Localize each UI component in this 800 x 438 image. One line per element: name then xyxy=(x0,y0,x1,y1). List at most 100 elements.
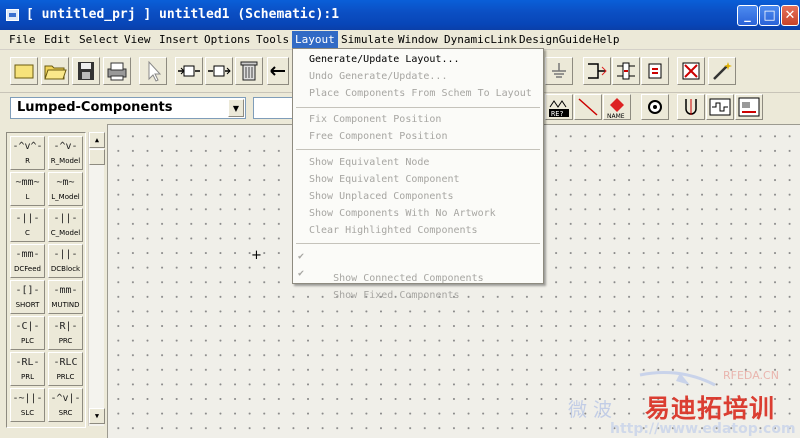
menu-item-free-position[interactable]: Free Component Position xyxy=(309,131,447,145)
svg-text:RE?: RE? xyxy=(551,110,564,118)
palette-scrollbar[interactable]: ▲ ▼ xyxy=(88,132,105,426)
new-icon[interactable] xyxy=(10,57,38,85)
menu-item-generate-update-layout[interactable]: Generate/Update Layout... xyxy=(309,54,460,68)
scroll-up-icon[interactable]: ▲ xyxy=(89,132,105,148)
name-icon[interactable]: NAME xyxy=(603,94,631,120)
tune-icon[interactable] xyxy=(612,57,640,85)
var-equation-icon[interactable]: RE? xyxy=(545,94,573,120)
menu-separator xyxy=(296,243,540,244)
src-icon: -^v|- xyxy=(50,393,81,404)
menu-file[interactable]: File xyxy=(9,33,36,49)
mutind-icon: -mm- xyxy=(53,285,78,296)
menu-designguide[interactable]: DesignGuide xyxy=(519,33,592,49)
title-bar: [ untitled_prj ] untitled1 (Schematic):1… xyxy=(0,0,800,30)
plc-icon: -C|- xyxy=(15,321,40,332)
menu-item-place-components[interactable]: Place Components From Schem To Layout xyxy=(309,88,532,102)
menu-item-show-connected[interactable]: ✔ Show Connected Components xyxy=(298,251,484,284)
menu-separator xyxy=(296,107,540,108)
menu-item-show-fixed[interactable]: ✔ Show Fixed Components xyxy=(298,268,460,301)
menu-insert[interactable]: Insert xyxy=(159,33,199,49)
capacitor-model-icon: -||- xyxy=(53,213,78,224)
prl-icon: -RL- xyxy=(15,357,40,368)
save-icon[interactable] xyxy=(72,57,100,85)
watermark-rf-text: RFEDA.CN xyxy=(723,369,779,382)
menu-item-clear-highlighted[interactable]: Clear Highlighted Components xyxy=(309,225,478,239)
menu-tools[interactable]: Tools xyxy=(256,33,289,49)
plot-icon[interactable] xyxy=(677,57,705,85)
watermark-weibo-text: 微 波 xyxy=(568,399,613,421)
palette-item[interactable]: -RL- PRL xyxy=(10,352,45,386)
menu-simulate[interactable]: Simulate xyxy=(341,33,394,49)
palette-item[interactable]: -mm- MUTIND xyxy=(48,280,83,314)
insert-pin-icon[interactable] xyxy=(205,57,233,85)
slc-icon: -~||- xyxy=(12,393,43,404)
gear-icon[interactable] xyxy=(641,94,669,120)
insert-component-icon[interactable] xyxy=(175,57,203,85)
palette-item[interactable]: -||- DCBlock xyxy=(48,244,83,278)
menu-item-undo-generate[interactable]: Undo Generate/Update... xyxy=(309,71,447,85)
print-icon[interactable] xyxy=(103,57,131,85)
wizard-icon[interactable] xyxy=(708,57,736,85)
wire-icon[interactable] xyxy=(574,94,602,120)
resistor-model-icon: -^v- xyxy=(53,141,78,152)
palette-item[interactable]: -R|- PRC xyxy=(48,316,83,350)
waveform-icon[interactable] xyxy=(706,94,734,120)
palette-item[interactable]: ~m~ L_Model xyxy=(48,172,83,206)
menu-layout[interactable]: Layout xyxy=(292,31,338,49)
menu-item-show-equivalent-node[interactable]: Show Equivalent Node xyxy=(309,157,429,171)
watermark: RFEDA.CN 微 波 易迪拓培训 http://www.edatop.com xyxy=(560,355,800,438)
maximize-button[interactable]: □ xyxy=(759,5,780,26)
palette-item[interactable]: ~mm~ L xyxy=(10,172,45,206)
minimize-button[interactable]: _ xyxy=(737,5,758,26)
check-icon: ✔ xyxy=(298,251,305,262)
menu-item-show-equivalent-component[interactable]: Show Equivalent Component xyxy=(309,174,460,188)
dcblock-icon: -||- xyxy=(53,249,78,260)
palette-item[interactable]: -||- C xyxy=(10,208,45,242)
menu-window[interactable]: Window xyxy=(398,33,438,49)
palette-item[interactable]: -mm- DCFeed xyxy=(10,244,45,278)
menu-view[interactable]: View xyxy=(124,33,151,49)
layout-window-icon[interactable] xyxy=(735,94,763,120)
menu-select[interactable]: Select xyxy=(79,33,119,49)
scroll-down-icon[interactable]: ▼ xyxy=(89,408,105,424)
prc-icon: -R|- xyxy=(53,321,78,332)
palette-item[interactable]: -C|- PLC xyxy=(10,316,45,350)
menu-item-fix-position[interactable]: Fix Component Position xyxy=(309,114,441,128)
menu-help[interactable]: Help xyxy=(593,33,620,49)
dcfeed-icon: -mm- xyxy=(15,249,40,260)
menu-item-show-no-artwork[interactable]: Show Components With No Artwork xyxy=(309,208,496,222)
palette-item[interactable]: -RLC PRLC xyxy=(48,352,83,386)
inductor-icon: ~mm~ xyxy=(15,177,40,188)
menu-separator xyxy=(296,149,540,150)
port-u-icon[interactable] xyxy=(677,94,705,120)
scroll-thumb[interactable] xyxy=(89,149,105,165)
menu-dynamiclink[interactable]: DynamicLink xyxy=(444,33,517,49)
layout-menu-dropdown: Generate/Update Layout... Undo Generate/… xyxy=(292,48,544,301)
delete-icon[interactable] xyxy=(235,57,263,85)
open-icon[interactable] xyxy=(41,57,69,85)
short-icon: -[]- xyxy=(15,285,40,296)
app-icon[interactable] xyxy=(6,9,19,21)
window-title: [ untitled_prj ] untitled1 (Schematic):1 xyxy=(26,7,340,22)
palette-item[interactable]: -^v- R_Model xyxy=(48,136,83,170)
palette-selector[interactable]: Lumped-Components ▼ xyxy=(10,97,246,119)
palette-item[interactable]: -^v^- R xyxy=(10,136,45,170)
component-name-field[interactable] xyxy=(253,97,293,119)
menu-options[interactable]: Options xyxy=(204,33,250,49)
var-icon[interactable] xyxy=(583,57,611,85)
palette-item[interactable]: -||- C_Model xyxy=(48,208,83,242)
port-icon[interactable] xyxy=(641,57,669,85)
select-arrow-icon[interactable] xyxy=(139,57,167,85)
ground-icon[interactable] xyxy=(545,57,573,85)
watermark-url: http://www.edatop.com xyxy=(610,421,796,437)
move-icon[interactable] xyxy=(267,57,289,85)
close-button[interactable]: ✕ xyxy=(781,5,799,26)
palette-item[interactable]: -^v|- SRC xyxy=(48,388,83,422)
prlc-icon: -RLC xyxy=(53,357,78,368)
chevron-down-icon[interactable]: ▼ xyxy=(228,99,244,117)
component-palette: -^v^- R -^v- R_Model ~mm~ L ~m~ L_Model -||-… xyxy=(6,132,86,428)
palette-item[interactable]: -~||- SLC xyxy=(10,388,45,422)
menu-item-show-unplaced[interactable]: Show Unplaced Components xyxy=(309,191,454,205)
menu-edit[interactable]: Edit xyxy=(44,33,71,49)
palette-item[interactable]: -[]- SHORT xyxy=(10,280,45,314)
